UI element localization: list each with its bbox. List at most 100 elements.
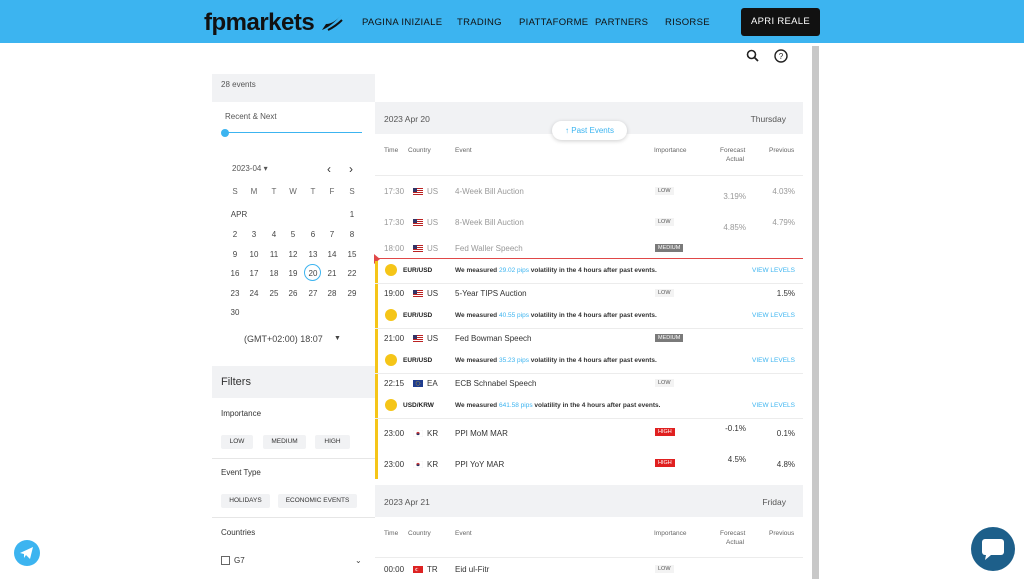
telegram-button[interactable] bbox=[14, 540, 40, 566]
volatility-text: volatility in the 4 hours after past eve… bbox=[528, 267, 657, 274]
scrollbar[interactable] bbox=[812, 46, 819, 579]
calendar-day[interactable]: 12 bbox=[283, 250, 303, 259]
current-time-line bbox=[377, 258, 803, 259]
nav-resources[interactable]: RISORSE bbox=[665, 17, 710, 28]
calendar-day[interactable]: 4 bbox=[264, 230, 284, 239]
calendar-month-select[interactable]: 2023-04 ▾ bbox=[232, 164, 268, 173]
calendar-day[interactable]: 5 bbox=[283, 230, 303, 239]
help-icon[interactable]: ? bbox=[773, 48, 789, 64]
filter-economic-events[interactable]: ECONOMIC EVENTS bbox=[278, 494, 357, 508]
view-levels-link[interactable]: VIEW LEVELS bbox=[752, 267, 795, 274]
calendar-day[interactable]: 9 bbox=[225, 250, 245, 259]
chevron-down-icon[interactable]: ⌄ bbox=[355, 556, 362, 565]
event-country: TR bbox=[427, 565, 438, 574]
next-month-icon[interactable]: › bbox=[349, 162, 353, 176]
g7-checkbox[interactable] bbox=[221, 556, 230, 565]
importance-badge: LOW bbox=[655, 379, 674, 387]
calendar-day[interactable]: 15 bbox=[342, 250, 362, 259]
prev-month-icon[interactable]: ‹ bbox=[327, 162, 331, 176]
chat-bubble-icon bbox=[982, 539, 1004, 560]
volatility-pips: 641.58 pips bbox=[498, 402, 533, 409]
table-row[interactable]: 00:00 TR Eid ul-Fitr LOW bbox=[375, 565, 803, 577]
view-levels-link[interactable]: VIEW LEVELS bbox=[752, 312, 795, 319]
chat-button[interactable] bbox=[971, 527, 1015, 571]
event-name: Eid ul-Fitr bbox=[455, 565, 490, 574]
calendar-day[interactable]: 1 bbox=[342, 210, 362, 219]
event-country: US bbox=[427, 289, 439, 298]
brand-logo[interactable]: fpmarkets bbox=[204, 9, 344, 37]
table-row[interactable]: 23:00 KR PPI YoY MAR HIGH 4.5% 4.8% bbox=[375, 455, 803, 475]
calendar-day[interactable]: 27 bbox=[303, 289, 323, 298]
divider bbox=[212, 458, 375, 459]
filter-holidays[interactable]: HOLIDAYS bbox=[221, 494, 270, 508]
col-country: Country bbox=[408, 530, 431, 537]
search-icon[interactable] bbox=[745, 48, 761, 64]
range-slider-handle[interactable] bbox=[221, 129, 229, 137]
view-levels-link[interactable]: VIEW LEVELS bbox=[752, 402, 795, 409]
calendar-day[interactable]: 25 bbox=[264, 289, 284, 298]
calendar-day[interactable]: 22 bbox=[342, 269, 362, 278]
calendar-day[interactable]: 11 bbox=[264, 250, 284, 259]
event-previous: 0.1% bbox=[776, 429, 795, 438]
nav-trading[interactable]: TRADING bbox=[457, 17, 502, 28]
calendar-day[interactable]: 30 bbox=[225, 308, 245, 317]
nav-partners[interactable]: PARTNERS bbox=[595, 17, 648, 28]
event-forecast: 4.5% bbox=[727, 455, 746, 464]
importance-badge: LOW bbox=[655, 565, 674, 573]
volatility-pips: 40.55 pips bbox=[498, 312, 529, 319]
table-row[interactable]: 19:00 US 5-Year TIPS Auction LOW 1.5% bbox=[375, 289, 803, 301]
calendar-day[interactable]: 8 bbox=[342, 230, 362, 239]
table-row[interactable]: 22:15 EA ECB Schnabel Speech LOW bbox=[375, 379, 803, 391]
col-event: Event bbox=[455, 530, 472, 537]
calendar-day[interactable]: 18 bbox=[264, 269, 284, 278]
calendar-day[interactable]: 7 bbox=[322, 230, 342, 239]
weekday-header: T bbox=[271, 187, 277, 196]
calendar-day[interactable]: 24 bbox=[244, 289, 264, 298]
month-abbr: APR bbox=[230, 210, 248, 219]
calendar-day[interactable]: 13 bbox=[303, 250, 323, 259]
table-row[interactable]: 17:30 US 8-Week Bill Auction LOW 4.85% 4… bbox=[375, 218, 803, 232]
timezone-select[interactable]: (GMT+02:00) 18:07 bbox=[244, 334, 323, 344]
filter-high[interactable]: HIGH bbox=[315, 435, 350, 449]
table-row[interactable]: 23:00 KR PPI MoM MAR HIGH -0.1% 0.1% bbox=[375, 424, 803, 444]
calendar-day[interactable]: 23 bbox=[225, 289, 245, 298]
table-row[interactable]: 17:30 US 4-Week Bill Auction LOW 3.19% 4… bbox=[375, 187, 803, 201]
calendar-day[interactable]: 17 bbox=[244, 269, 264, 278]
event-time: 18:00 bbox=[384, 244, 405, 253]
col-forecast: Forecast bbox=[720, 147, 746, 154]
event-time: 23:00 bbox=[384, 460, 405, 469]
volatility-text: We measured bbox=[455, 357, 499, 364]
table-row[interactable]: 18:00 US Fed Waller Speech MEDIUM bbox=[375, 244, 803, 256]
view-levels-link[interactable]: VIEW LEVELS bbox=[752, 357, 795, 364]
lightbulb-icon bbox=[385, 309, 397, 321]
filter-low[interactable]: LOW bbox=[221, 435, 253, 449]
calendar-day[interactable]: 19 bbox=[283, 269, 303, 278]
nav-platforms[interactable]: PIATTAFORME bbox=[519, 17, 588, 28]
range-slider-track[interactable] bbox=[225, 132, 362, 133]
filter-medium[interactable]: MEDIUM bbox=[263, 435, 306, 449]
calendar-day[interactable]: 6 bbox=[303, 230, 323, 239]
volatility-pips: 35.23 pips bbox=[498, 357, 529, 364]
calendar-day[interactable]: 16 bbox=[225, 269, 245, 278]
calendar-day[interactable]: 3 bbox=[244, 230, 264, 239]
past-events-button[interactable]: ↑ Past Events bbox=[552, 121, 627, 140]
calendar-day[interactable]: 28 bbox=[322, 289, 342, 298]
calendar-day[interactable]: 14 bbox=[322, 250, 342, 259]
event-country: US bbox=[427, 334, 439, 343]
calendar-day[interactable]: 29 bbox=[342, 289, 362, 298]
calendar-day[interactable]: 26 bbox=[283, 289, 303, 298]
nav-home[interactable]: PAGINA INIZIALE bbox=[362, 17, 442, 28]
caret-down-icon[interactable]: ▼ bbox=[334, 335, 341, 342]
volatility-text: volatility in the 4 hours after past eve… bbox=[528, 312, 657, 319]
calendar-day[interactable]: 21 bbox=[322, 269, 342, 278]
calendar-day[interactable]: 10 bbox=[244, 250, 264, 259]
volatility-text: We measured bbox=[455, 267, 499, 274]
calendar-day[interactable]: 2 bbox=[225, 230, 245, 239]
event-previous: 4.03% bbox=[772, 187, 795, 196]
col-country: Country bbox=[408, 147, 431, 154]
event-country: KR bbox=[427, 429, 439, 438]
table-row[interactable]: 21:00 US Fed Bowman Speech MEDIUM bbox=[375, 334, 803, 346]
event-name: Fed Waller Speech bbox=[455, 244, 523, 253]
importance-badge: LOW bbox=[655, 289, 674, 297]
open-live-account-button[interactable]: APRI REALE bbox=[741, 8, 820, 36]
